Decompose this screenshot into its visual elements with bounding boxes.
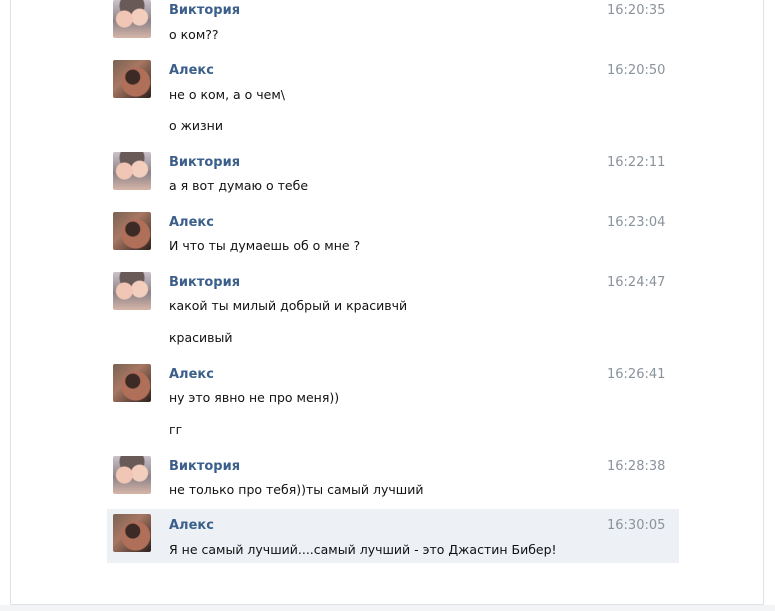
message-text: И что ты думаешь об о мне ? bbox=[169, 238, 361, 253]
message-time: 16:22:11 bbox=[607, 155, 666, 170]
message-author[interactable]: Алекс bbox=[169, 215, 214, 230]
message-item: Алекс 16:26:41 ну это явно не про меня))… bbox=[107, 362, 679, 446]
message-author[interactable]: Виктория bbox=[169, 275, 240, 290]
message-text: красивый bbox=[169, 330, 233, 345]
aleks-avatar[interactable] bbox=[113, 212, 151, 250]
message-text: какой ты милый добрый и красивчй bbox=[169, 298, 408, 313]
message-text: о ком?? bbox=[169, 27, 219, 42]
message-text: Я не самый лучший....самый лучший - это … bbox=[169, 542, 557, 557]
viktoria-avatar[interactable] bbox=[113, 456, 151, 494]
message-item-highlighted: Алекс 16:30:05 Я не самый лучший....самы… bbox=[107, 509, 679, 563]
message-item: Виктория 16:20:35 о ком?? bbox=[107, 0, 679, 48]
aleks-avatar[interactable] bbox=[113, 514, 151, 552]
message-time: 16:20:50 bbox=[607, 63, 666, 78]
message-item: Виктория 16:28:38 не только про тебя))ты… bbox=[107, 454, 679, 506]
message-text: ну это явно не про меня)) bbox=[169, 390, 340, 405]
message-text: а я вот думаю о тебе bbox=[169, 178, 309, 193]
message-text: о жизни bbox=[169, 118, 223, 133]
message-item: Алекс 16:23:04 И что ты думаешь об о мне… bbox=[107, 210, 679, 262]
message-author[interactable]: Алекс bbox=[169, 63, 214, 78]
viktoria-avatar[interactable] bbox=[113, 152, 151, 190]
message-author[interactable]: Виктория bbox=[169, 3, 240, 18]
message-text: не только про тебя))ты самый лучший bbox=[169, 482, 424, 497]
viktoria-avatar[interactable] bbox=[113, 0, 151, 38]
message-item: Алекс 16:20:50 не о ком, а о чем\ о жизн… bbox=[107, 58, 679, 142]
message-time: 16:20:35 bbox=[607, 3, 666, 18]
message-text: гг bbox=[169, 422, 183, 437]
message-text: не о ком, а о чем\ bbox=[169, 87, 286, 102]
message-time: 16:26:41 bbox=[607, 367, 666, 382]
message-author[interactable]: Виктория bbox=[169, 459, 240, 474]
message-time: 16:24:47 bbox=[607, 275, 666, 290]
message-time: 16:30:05 bbox=[607, 518, 666, 533]
message-author[interactable]: Алекс bbox=[169, 518, 214, 533]
message-item: Виктория 16:22:11 а я вот думаю о тебе bbox=[107, 150, 679, 202]
message-author[interactable]: Алекс bbox=[169, 367, 214, 382]
aleks-avatar[interactable] bbox=[113, 364, 151, 402]
aleks-avatar[interactable] bbox=[113, 60, 151, 98]
viktoria-avatar[interactable] bbox=[113, 272, 151, 310]
message-author[interactable]: Виктория bbox=[169, 155, 240, 170]
message-time: 16:28:38 bbox=[607, 459, 666, 474]
message-time: 16:23:04 bbox=[607, 215, 666, 230]
message-item: Виктория 16:24:47 какой ты милый добрый … bbox=[107, 270, 679, 354]
footer-strip bbox=[0, 605, 775, 611]
